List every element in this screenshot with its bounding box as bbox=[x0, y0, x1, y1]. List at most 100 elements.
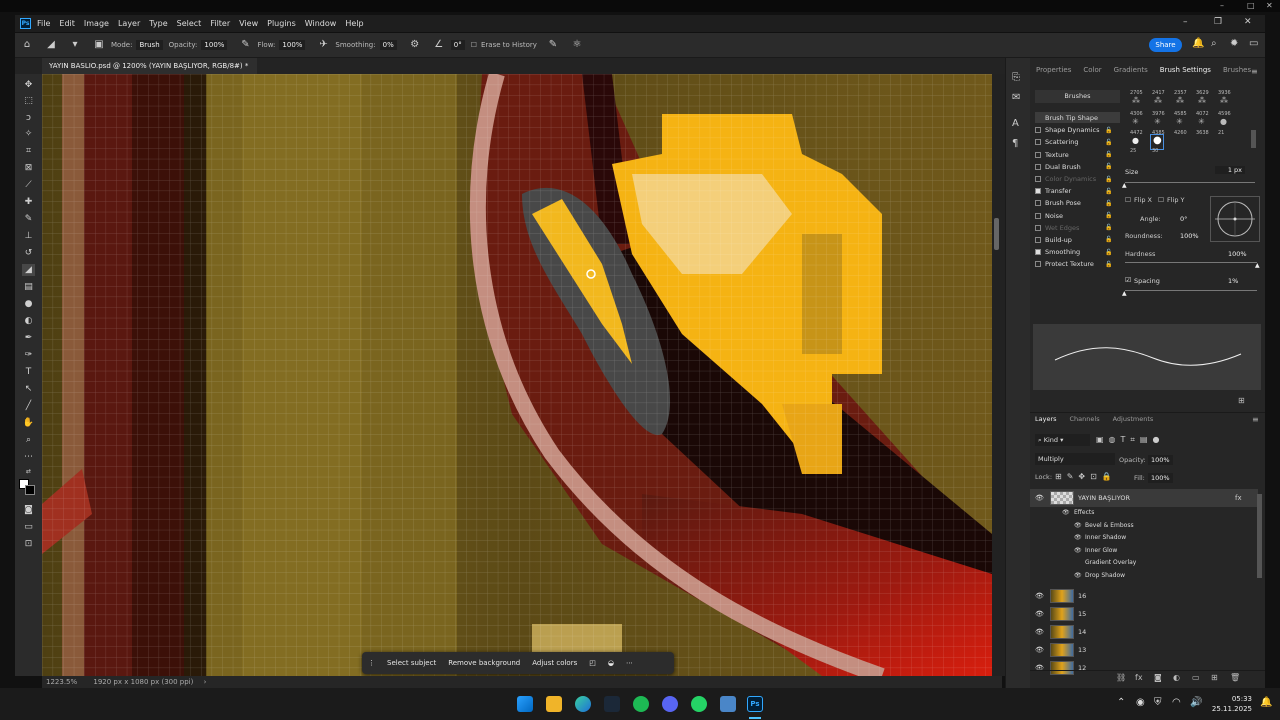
menu-type[interactable]: Type bbox=[149, 19, 167, 28]
panel-menu-icon[interactable]: ≡ bbox=[1251, 67, 1258, 76]
setting-checkbox[interactable] bbox=[1035, 188, 1041, 195]
brush-setting-row[interactable]: Dual Brush 🔓 bbox=[1035, 161, 1125, 173]
presets-scrollbar[interactable] bbox=[1251, 130, 1256, 148]
background-color-swatch[interactable] bbox=[25, 485, 35, 495]
dodge-tool-icon[interactable]: ◐ bbox=[22, 315, 35, 327]
drag-handle-icon[interactable]: ⋮ bbox=[368, 659, 375, 667]
close-icon[interactable]: ✕ bbox=[1266, 1, 1273, 10]
menu-image[interactable]: Image bbox=[84, 19, 109, 28]
comments-panel-icon[interactable]: ✉ bbox=[1012, 92, 1020, 103]
setting-checkbox[interactable] bbox=[1035, 212, 1041, 219]
select-subject-button[interactable]: Select subject bbox=[387, 659, 436, 667]
notification-bell-icon[interactable]: 🔔 bbox=[1192, 38, 1204, 49]
steam-icon[interactable] bbox=[604, 696, 620, 712]
spacing-input[interactable]: 1% bbox=[1228, 277, 1238, 285]
effect-eye-icon[interactable]: 👁 bbox=[1074, 547, 1082, 554]
brush-tip-icon[interactable]: ⁂ bbox=[1198, 96, 1206, 105]
menu-view[interactable]: View bbox=[239, 19, 258, 28]
paragraph-panel-icon[interactable]: ¶ bbox=[1012, 138, 1018, 149]
lock-icon[interactable]: 🔓 bbox=[1105, 224, 1112, 231]
create-new-brush-icon[interactable]: ⊞ bbox=[1238, 396, 1245, 405]
soft-round-brush-icon[interactable]: ● bbox=[1132, 136, 1139, 145]
brush-setting-row[interactable]: Color Dynamics 🔓 bbox=[1035, 173, 1125, 185]
visibility-eye-icon[interactable]: 👁 bbox=[1035, 494, 1044, 502]
effect-row[interactable]: 👁 Inner Shadow bbox=[1030, 532, 1258, 544]
effect-eye-icon[interactable]: 👁 bbox=[1074, 572, 1082, 579]
artboard-icon[interactable]: ⊡ bbox=[22, 538, 35, 550]
tab-brushes[interactable]: Brushes bbox=[1223, 66, 1251, 80]
tab-color[interactable]: Color bbox=[1083, 66, 1101, 80]
brush-tip-icon[interactable]: ✳ bbox=[1198, 117, 1205, 126]
brush-setting-row[interactable]: Scattering 🔓 bbox=[1035, 136, 1125, 148]
angle-input[interactable]: 0° bbox=[450, 40, 465, 50]
character-panel-icon[interactable]: A bbox=[1012, 118, 1019, 129]
document-canvas[interactable]: ⋮ Select subject Remove background Adjus… bbox=[42, 74, 992, 676]
add-style-icon[interactable]: fx bbox=[1135, 673, 1143, 682]
setting-checkbox[interactable] bbox=[1035, 139, 1041, 146]
spacing-slider[interactable] bbox=[1125, 290, 1257, 291]
adjustment-layer-icon[interactable]: ◐ bbox=[1173, 673, 1180, 682]
quick-mask-icon[interactable]: ◙ bbox=[22, 504, 35, 516]
layer-filter-icons[interactable]: ▣◍T⌗▤● bbox=[1096, 435, 1164, 445]
zoom-readout[interactable]: 1223.5% bbox=[46, 678, 77, 686]
lock-icon[interactable]: 🔓 bbox=[1105, 200, 1112, 207]
hardness-slider[interactable] bbox=[1125, 262, 1257, 263]
discover-icon[interactable]: ✹ bbox=[1230, 38, 1238, 49]
menu-edit[interactable]: Edit bbox=[59, 19, 75, 28]
app-close-icon[interactable]: ✕ bbox=[1244, 17, 1252, 27]
taskbar-clock[interactable]: 05:33 25.11.2025 bbox=[1210, 694, 1252, 714]
effects-eye-icon[interactable]: 👁 bbox=[1062, 509, 1070, 516]
app-restore-icon[interactable]: ❐ bbox=[1214, 17, 1222, 27]
discord-icon[interactable] bbox=[662, 696, 678, 712]
healing-brush-icon[interactable]: ✚ bbox=[22, 196, 35, 208]
smoothing-input[interactable]: 0% bbox=[379, 40, 397, 50]
pressure-opacity-icon[interactable]: ✎ bbox=[239, 39, 251, 51]
setting-checkbox[interactable] bbox=[1035, 200, 1041, 207]
pen-tool-icon[interactable]: ✒ bbox=[22, 332, 35, 344]
zoom-tool-icon[interactable]: ⌕ bbox=[22, 434, 35, 446]
setting-checkbox[interactable] bbox=[1035, 127, 1041, 134]
start-menu-icon[interactable] bbox=[517, 696, 533, 712]
gradient-tool-icon[interactable]: ▤ bbox=[22, 281, 35, 293]
lock-icons[interactable]: ⊞✎✥⊡🔒 bbox=[1055, 472, 1117, 481]
new-layer-icon[interactable]: ⊞ bbox=[1211, 673, 1218, 682]
brush-tip-presets[interactable]: 2705 2417 2357 3629 3936 ⁂ ⁂ ⁂ ⁂ ⁂ 4306 … bbox=[1128, 88, 1258, 158]
swap-colors-icon[interactable]: ⇄ bbox=[22, 466, 35, 478]
settings-app-icon[interactable] bbox=[720, 696, 736, 712]
brush-tip-icon[interactable]: ✳ bbox=[1132, 117, 1139, 126]
setting-checkbox[interactable] bbox=[1035, 151, 1041, 158]
fill-input[interactable]: 100% bbox=[1148, 473, 1173, 483]
blur-tool-icon[interactable]: ● bbox=[22, 298, 35, 310]
setting-checkbox[interactable] bbox=[1035, 249, 1041, 256]
spacing-slider-handle[interactable]: ▲ bbox=[1122, 290, 1127, 297]
move-tool-icon[interactable]: ✥ bbox=[22, 79, 35, 91]
brush-setting-row[interactable]: Smoothing 🔓 bbox=[1035, 246, 1125, 258]
screen-mode-icon[interactable]: ▭ bbox=[22, 521, 35, 533]
frame-tool-icon[interactable]: ⊠ bbox=[22, 162, 35, 174]
layer-row-active[interactable]: 👁 YAYIN BAŞLIYOR fx bbox=[1030, 489, 1258, 507]
setting-checkbox[interactable] bbox=[1035, 163, 1041, 170]
spacing-checkbox[interactable]: ☑ bbox=[1125, 276, 1131, 284]
path-select-tool-icon[interactable]: ↖ bbox=[22, 383, 35, 395]
layers-menu-icon[interactable]: ≡ bbox=[1252, 415, 1259, 424]
hand-tool-icon[interactable]: ✋ bbox=[22, 417, 35, 429]
effect-row[interactable]: 👁 Drop Shadow bbox=[1030, 570, 1258, 582]
lock-icon[interactable]: 🔓 bbox=[1105, 212, 1112, 219]
tab-gradients[interactable]: Gradients bbox=[1114, 66, 1148, 80]
symmetry-icon[interactable]: ⚛ bbox=[571, 39, 583, 51]
brush-setting-row[interactable]: Brush Pose 🔓 bbox=[1035, 197, 1125, 209]
layer-fx-icon[interactable]: fx bbox=[1235, 494, 1242, 502]
more-tools-icon[interactable]: ⋯ bbox=[22, 451, 35, 463]
spotify-icon[interactable] bbox=[633, 696, 649, 712]
effect-row[interactable]: 👁 Inner Glow bbox=[1030, 545, 1258, 557]
marquee-tool-icon[interactable]: ⬚ bbox=[22, 95, 35, 107]
brush-tip-icon[interactable]: ⁂ bbox=[1220, 96, 1228, 105]
pressure-size-icon[interactable]: ✎ bbox=[547, 39, 559, 51]
layer-row[interactable]: 👁 14 bbox=[1030, 623, 1258, 641]
whatsapp-icon[interactable] bbox=[691, 696, 707, 712]
layers-scrollbar[interactable] bbox=[1257, 494, 1262, 578]
smoothing-gear-icon[interactable]: ⚙ bbox=[409, 39, 421, 51]
menu-file[interactable]: File bbox=[37, 19, 50, 28]
brush-settings-toggle-icon[interactable]: ▣ bbox=[93, 39, 105, 51]
flow-input[interactable]: 100% bbox=[279, 40, 306, 50]
